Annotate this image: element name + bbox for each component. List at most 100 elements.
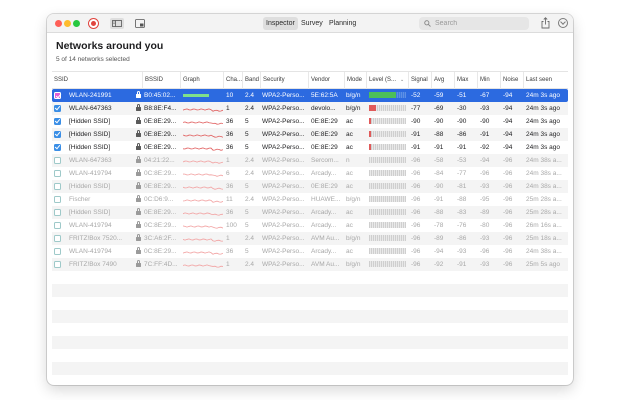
column-header-max[interactable]: Max <box>454 72 477 89</box>
row-checkbox[interactable] <box>54 105 61 112</box>
signal-graph <box>183 147 223 151</box>
cell-ssid: WLAN-419794 <box>69 222 112 229</box>
table-row[interactable]: [Hidden SSID] 0E:8E:29... 36 5 WPA2-Perso...… <box>52 180 568 193</box>
cell-security: WPA2-Perso... <box>262 183 305 190</box>
row-checkbox[interactable] <box>54 92 61 99</box>
signal-graph-bar <box>183 94 209 97</box>
share-icon[interactable] <box>541 17 550 29</box>
cell-avg: -89 <box>434 235 444 242</box>
row-checkbox[interactable] <box>54 235 61 242</box>
signal-graph-line <box>183 212 223 216</box>
cell-mode: n <box>346 157 350 164</box>
table-row[interactable]: Fischer 0C:D6:9... 11 2.4 WPA2-Perso... HUAWE… <box>52 193 568 206</box>
column-header-band[interactable]: Band <box>242 72 260 89</box>
more-options-icon[interactable] <box>558 18 568 28</box>
row-checkbox[interactable] <box>54 222 61 229</box>
table-row[interactable]: [Hidden SSID] 0E:8E:29... 36 5 WPA2-Perso...… <box>52 206 568 219</box>
zoom-window-button[interactable] <box>73 20 80 27</box>
level-meter <box>369 170 406 176</box>
row-checkbox[interactable] <box>54 248 61 255</box>
column-header-noise[interactable]: Noise <box>500 72 523 89</box>
row-checkbox[interactable] <box>54 209 61 216</box>
cell-mode: b/g/n <box>346 261 361 268</box>
table-row[interactable]: FRITZ!Box 7520... 3C:A6:2F... 1 2.4 WPA2-Per… <box>52 232 568 245</box>
column-header-label: BSSID <box>145 77 164 83</box>
cell-noise: -96 <box>503 222 513 229</box>
cell-max: -77 <box>457 170 467 177</box>
column-header-avg[interactable]: Avg <box>431 72 454 89</box>
table-row[interactable]: [Hidden SSID] 0E:8E:29... 36 5 WPA2-Perso...… <box>52 115 568 128</box>
row-checkbox[interactable] <box>54 170 61 177</box>
cell-signal: -96 <box>411 170 421 177</box>
level-meter <box>369 196 406 202</box>
cell-channel: 100 <box>226 222 237 229</box>
cell-signal: -77 <box>411 105 421 112</box>
row-checkbox[interactable] <box>54 183 61 190</box>
sidebar-toggle-icon[interactable] <box>110 18 124 29</box>
row-checkbox[interactable] <box>54 261 61 268</box>
column-header-vendor[interactable]: Vendor <box>308 72 344 89</box>
cell-avg: -90 <box>434 118 444 125</box>
window-layout-icon[interactable] <box>134 18 146 29</box>
column-header-channel[interactable]: Cha... <box>223 72 242 89</box>
column-header-mode[interactable]: Mode <box>344 72 366 89</box>
cell-signal: -96 <box>411 157 421 164</box>
table-row[interactable]: FRITZ!Box 7490 7C:FF:4D... 1 2.4 WPA2-Perso.… <box>52 258 568 271</box>
cell-security: WPA2-Perso... <box>262 92 305 99</box>
table-header: SSID BSSID Graph Cha... Band Security Vendor Mo… <box>52 71 568 89</box>
cell-security: WPA2-Perso... <box>262 209 305 216</box>
cell-bssid: 04:21:22... <box>144 157 175 164</box>
cell-ssid: WLAN-419794 <box>69 248 112 255</box>
cell-avg: -84 <box>434 170 444 177</box>
row-checkbox[interactable] <box>54 196 61 203</box>
table-row[interactable]: [Hidden SSID] 0E:8E:29... 36 5 WPA2-Perso...… <box>52 128 568 141</box>
column-header-bssid[interactable]: BSSID <box>142 72 180 89</box>
record-icon[interactable] <box>88 18 99 29</box>
column-header-ssid[interactable]: SSID <box>52 72 142 89</box>
column-header-min[interactable]: Min <box>477 72 500 89</box>
column-header-last-seen[interactable]: Last seen <box>523 72 568 89</box>
cell-last-seen: 25m 28s a... <box>526 196 562 203</box>
cell-signal: -96 <box>411 261 421 268</box>
table-row[interactable]: WLAN-419794 0C:8E:29... 36 5 WPA2-Perso... Ar… <box>52 245 568 258</box>
cell-ssid: FRITZ!Box 7490 <box>69 261 117 268</box>
cell-ssid: [Hidden SSID] <box>69 144 111 151</box>
search-field[interactable] <box>419 17 529 30</box>
cell-bssid: B8:8E:F4... <box>144 105 177 112</box>
column-header-signal[interactable]: Signal <box>408 72 431 89</box>
level-meter-fill <box>369 131 371 137</box>
signal-graph <box>183 238 223 242</box>
table-row[interactable]: WLAN-241991 B0:45:02... 10 2.4 WPA2-Perso...… <box>52 89 568 102</box>
row-checkbox[interactable] <box>54 144 61 151</box>
table-row[interactable]: [Hidden SSID] 0E:8E:29... 36 5 WPA2-Perso...… <box>52 141 568 154</box>
cell-channel: 36 <box>226 209 234 216</box>
cell-min: -93 <box>480 105 490 112</box>
cell-last-seen: 25m 18s a... <box>526 235 562 242</box>
close-window-button[interactable] <box>55 20 62 27</box>
column-header-label: Vendor <box>311 77 331 83</box>
cell-mode: b/g/n <box>346 92 361 99</box>
column-header-graph[interactable]: Graph <box>180 72 223 89</box>
empty-row <box>52 297 568 310</box>
cell-last-seen: 25m 28s a... <box>526 209 562 216</box>
row-checkbox[interactable] <box>54 131 61 138</box>
cell-bssid: 7C:FF:4D... <box>144 261 178 268</box>
table-row[interactable]: WLAN-419794 0C:8E:29... 6 2.4 WPA2-Perso... A… <box>52 167 568 180</box>
minimize-window-button[interactable] <box>64 20 71 27</box>
row-checkbox[interactable] <box>54 157 61 164</box>
column-header-level[interactable]: Level (S... ⌄ <box>366 72 408 89</box>
tab-survey[interactable]: Survey <box>298 17 326 30</box>
row-checkbox[interactable] <box>54 118 61 125</box>
cell-security: WPA2-Perso... <box>262 118 305 125</box>
tab-inspector[interactable]: Inspector <box>263 17 298 30</box>
cell-channel: 11 <box>226 196 233 203</box>
column-header-security[interactable]: Security <box>260 72 308 89</box>
level-meter <box>369 261 406 267</box>
cell-security: WPA2-Perso... <box>262 105 305 112</box>
table-row[interactable]: WLAN-419794 0C:8E:29... 100 5 WPA2-Perso... A… <box>52 219 568 232</box>
level-meter <box>369 157 406 163</box>
table-row[interactable]: WLAN-647363 B8:8E:F4... 1 2.4 WPA2-Perso... d… <box>52 102 568 115</box>
table-row[interactable]: WLAN-647363 04:21:22... 1 2.4 WPA2-Perso... S… <box>52 154 568 167</box>
tab-planning[interactable]: Planning <box>326 17 359 30</box>
search-input[interactable] <box>435 17 525 30</box>
